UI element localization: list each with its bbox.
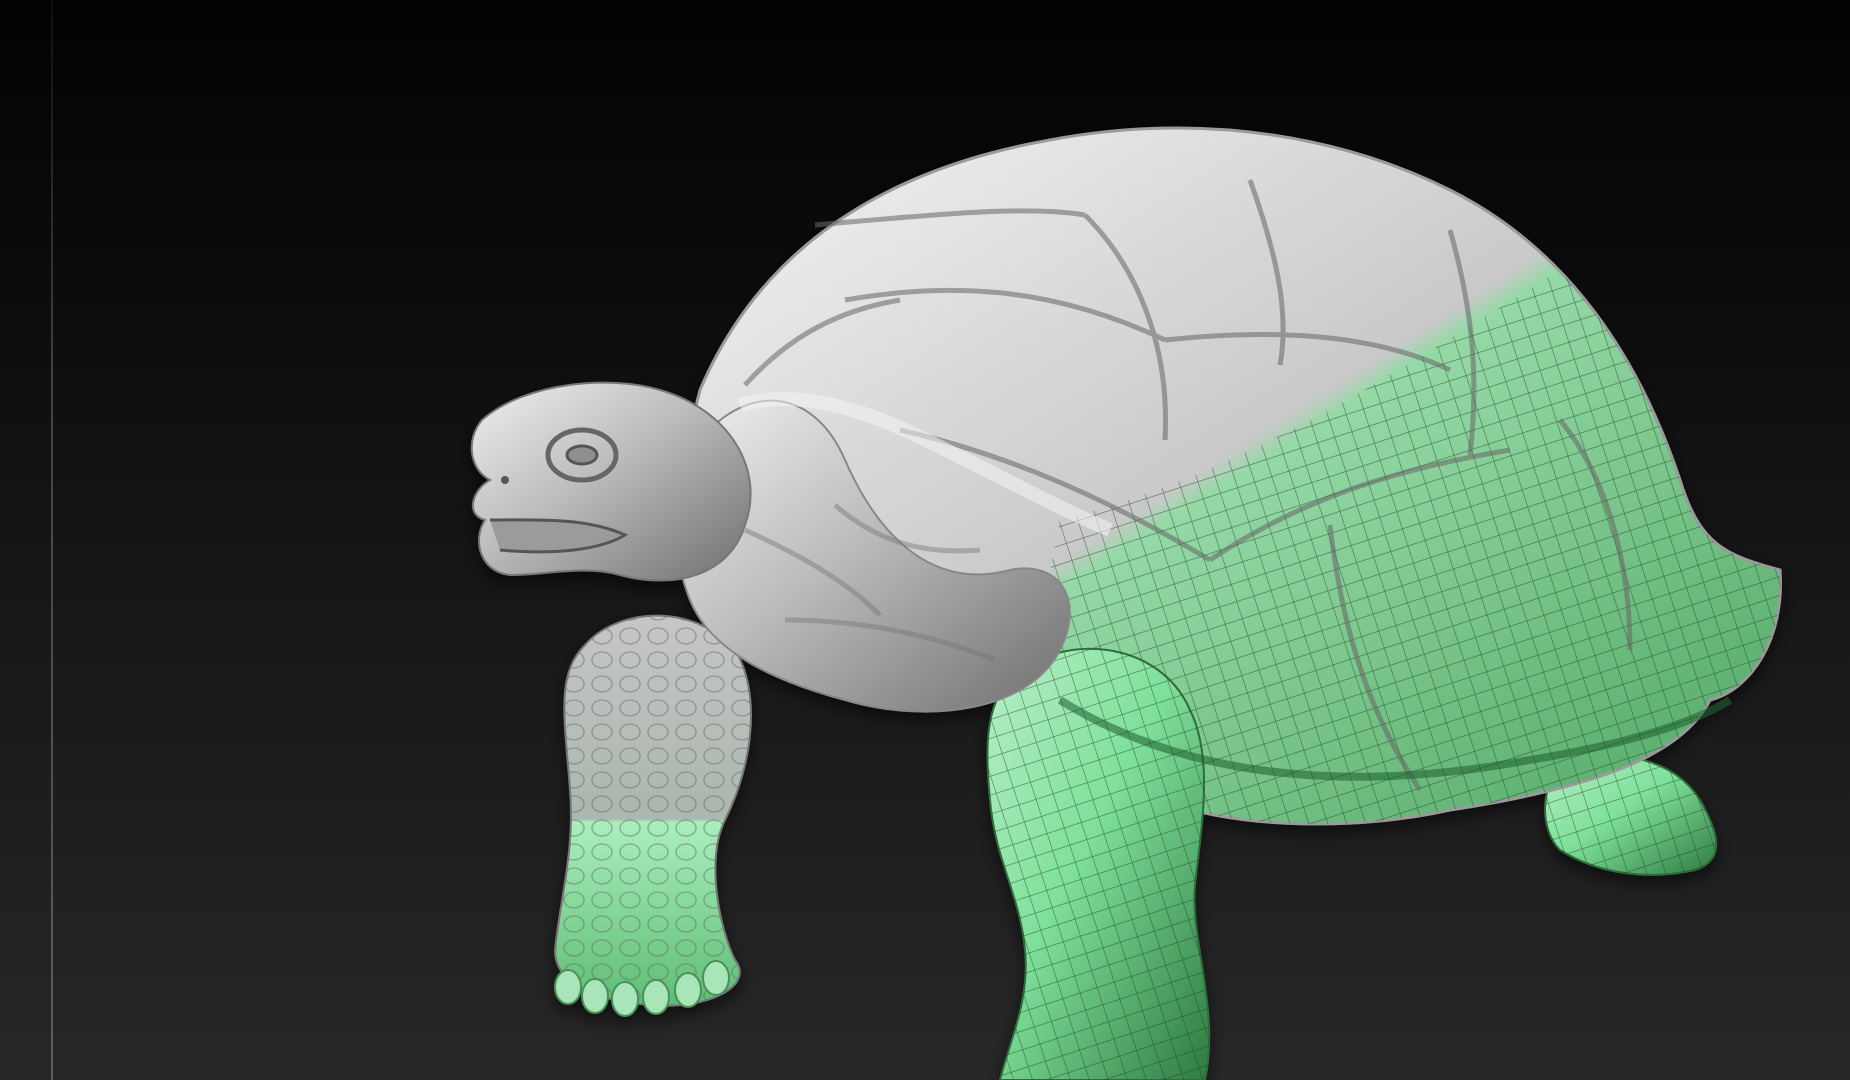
tortoise-model[interactable] [0, 0, 1850, 1080]
front-left-leg-scales [555, 615, 752, 1006]
tortoise-mesh [470, 126, 1782, 1080]
zbrush-document-window [0, 0, 1850, 1080]
3d-viewport[interactable] [0, 0, 1850, 1080]
front-right-leg-mesh [987, 648, 1210, 1080]
nostril [501, 476, 509, 484]
eye-pupil [565, 444, 599, 466]
